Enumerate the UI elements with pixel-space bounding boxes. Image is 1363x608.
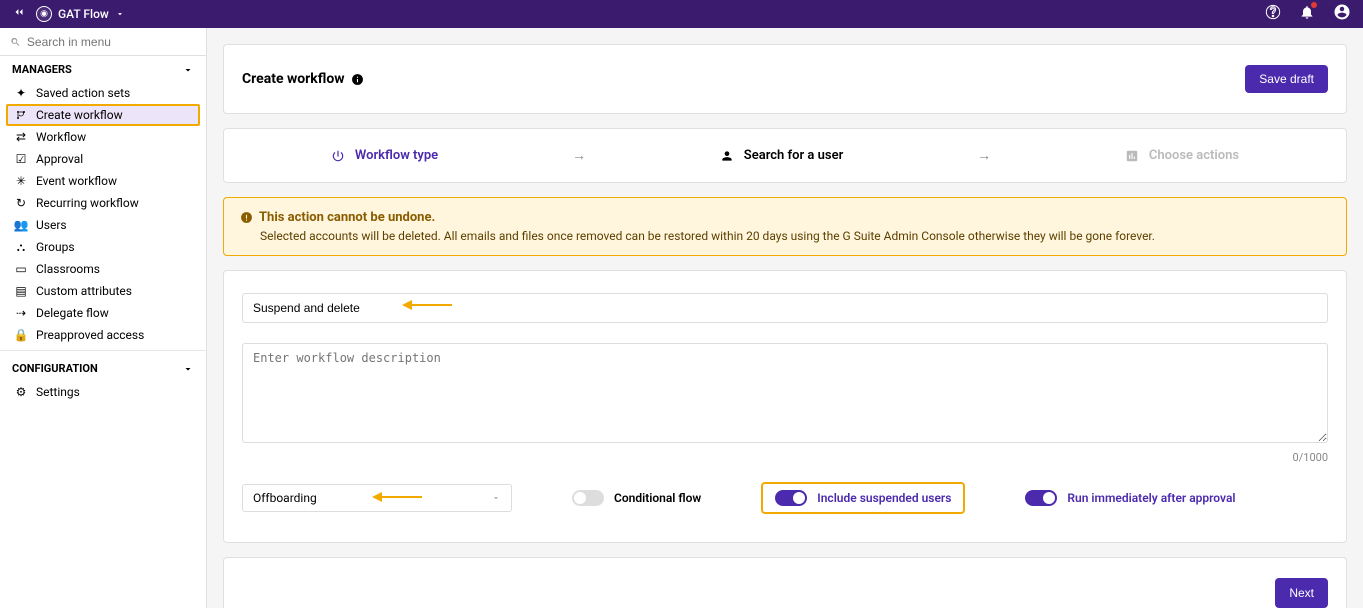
warning-alert: This action cannot be undone. Selected a… [223,197,1347,256]
switch-off[interactable] [572,490,604,506]
gear-icon: ⚙ [14,385,28,399]
sidebar-item-preapproved-access[interactable]: 🔒 Preapproved access [0,324,206,346]
user-search-icon [720,149,734,163]
sidebar-item-create-workflow[interactable]: Create workflow [6,104,200,126]
chevron-down-icon [182,363,194,375]
search-icon [10,36,21,48]
help-icon[interactable] [1265,4,1281,24]
sidebar-item-saved-action-sets[interactable]: ✦ Saved action sets [0,82,206,104]
sidebar-item-classrooms[interactable]: ▭ Classrooms [0,258,206,280]
footer-card: Next [223,557,1347,608]
toggle-run-immediately[interactable]: Run immediately after approval [1025,490,1235,506]
menu-search[interactable] [0,28,206,56]
switch-on[interactable] [1025,490,1057,506]
sidebar: MANAGERS ✦ Saved action sets Create work… [0,28,207,608]
power-icon [331,149,345,163]
notification-dot [1311,2,1317,8]
sidebar-item-recurring-workflow[interactable]: ↻ Recurring workflow [0,192,206,214]
classroom-icon: ▭ [14,262,28,276]
app-name: GAT Flow [58,7,109,21]
flow-icon: ⇄ [14,130,28,144]
notifications-icon[interactable] [1299,4,1315,24]
toggle-conditional-flow[interactable]: Conditional flow [572,490,701,506]
step-choose-actions[interactable]: Choose actions [1125,148,1239,163]
step-sep-icon: → [572,147,586,164]
saved-icon: ✦ [14,86,28,100]
sidebar-item-settings[interactable]: ⚙ Settings [0,381,206,403]
step-sep-icon: → [977,147,991,164]
sidebar-item-workflow[interactable]: ⇄ Workflow [0,126,206,148]
switch-on[interactable] [775,490,807,506]
groups-icon: ⛬ [14,240,28,255]
category-select[interactable]: Offboarding [242,484,512,512]
workflow-name-input[interactable] [242,293,1328,323]
clock-icon: ↻ [14,196,28,210]
sidebar-item-delegate-flow[interactable]: ⇢ Delegate flow [0,302,206,324]
sidebar-item-groups[interactable]: ⛬ Groups [0,236,206,258]
workflow-description-input[interactable] [242,343,1328,443]
bug-icon: ✳ [14,174,28,188]
users-icon: 👥 [14,218,28,232]
actions-icon [1125,149,1139,163]
chevron-down-icon [491,493,501,503]
warning-icon [240,211,253,224]
collapse-icon[interactable] [12,5,26,23]
step-workflow-type[interactable]: Workflow type [331,148,438,163]
delegate-icon: ⇢ [14,306,28,320]
chevron-down-icon [115,9,125,19]
account-icon[interactable] [1333,3,1351,25]
next-button[interactable]: Next [1275,578,1328,608]
section-managers[interactable]: MANAGERS [0,56,206,82]
branch-icon [14,109,28,121]
main-content: Create workflow Save draft Workflow type… [207,28,1363,608]
info-icon[interactable] [351,73,364,86]
search-input[interactable] [27,35,196,49]
brand-logo-icon: ◉ [36,6,52,22]
sidebar-item-approval[interactable]: ☑ Approval [0,148,206,170]
page-header-card: Create workflow Save draft [223,44,1347,114]
page-title: Create workflow [242,71,364,87]
attr-icon: ▤ [14,284,28,298]
lock-icon: 🔒 [14,328,28,342]
check-icon: ☑ [14,152,28,166]
toggle-include-suspended[interactable]: Include suspended users [761,482,965,514]
topbar: ◉ GAT Flow [0,0,1363,28]
char-count: 0/1000 [242,451,1328,464]
sidebar-item-custom-attributes[interactable]: ▤ Custom attributes [0,280,206,302]
sidebar-item-users[interactable]: 👥 Users [0,214,206,236]
stepper-card: Workflow type → Search for a user → Choo… [223,128,1347,183]
section-configuration[interactable]: CONFIGURATION [0,355,206,381]
save-draft-button[interactable]: Save draft [1245,65,1328,93]
form-card: 0/1000 Offboarding Conditional flow [223,270,1347,543]
sidebar-item-event-workflow[interactable]: ✳ Event workflow [0,170,206,192]
step-search-user[interactable]: Search for a user [720,148,843,163]
chevron-down-icon [182,64,194,76]
app-switcher[interactable]: ◉ GAT Flow [36,6,125,22]
